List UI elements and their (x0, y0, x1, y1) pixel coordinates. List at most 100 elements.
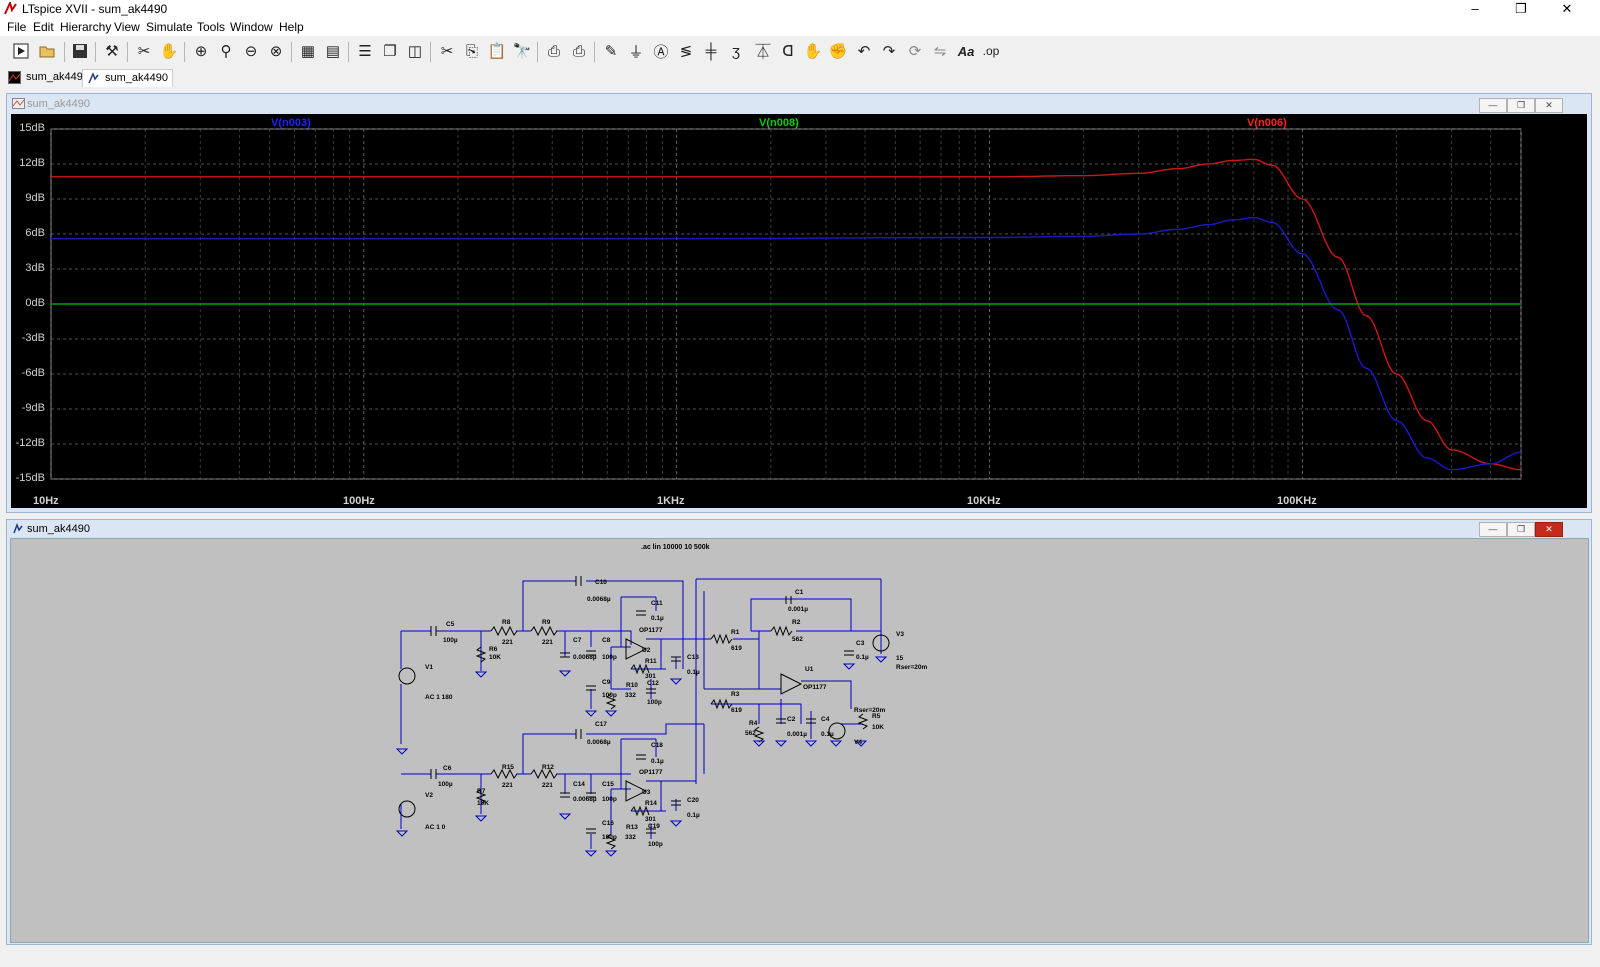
drag-icon[interactable]: ✊ (827, 40, 849, 62)
tile-horizontal-icon[interactable]: ☰ (354, 40, 376, 62)
x-tick-label: 1KHz (657, 495, 685, 507)
control-panel-icon[interactable]: ⚒ (101, 40, 123, 62)
value-R12: 221 (542, 782, 553, 789)
component-icon[interactable]: ᗡ (777, 40, 799, 62)
find-icon[interactable]: 🔭 (511, 40, 533, 62)
rotate-icon[interactable]: ⟳ (904, 40, 926, 62)
value-V2: AC 1 0 (425, 824, 446, 831)
value-C5: 100µ (443, 637, 458, 644)
value-C10: 0.0068µ (587, 596, 611, 603)
menu-view[interactable]: View (114, 20, 140, 34)
plot-settings-icon[interactable]: ▤ (322, 40, 344, 62)
save-icon[interactable] (69, 40, 91, 62)
trace-label-vn006[interactable]: V(n006) (1247, 117, 1287, 129)
copy-icon[interactable]: ⎘ (461, 40, 483, 62)
zoom-out-icon[interactable]: ⊖ (240, 40, 262, 62)
plot-traces (51, 158, 1522, 471)
close-button[interactable]: ✕ (1544, 0, 1590, 18)
label-C15: C15 (602, 781, 614, 788)
x-tick-label: 10KHz (967, 495, 1001, 507)
bode-plot (50, 128, 1522, 480)
move-icon[interactable]: ✋ (802, 40, 824, 62)
value-R13: 332 (625, 834, 636, 841)
schematic-close-button[interactable]: ✕ (1535, 522, 1563, 537)
menu-window[interactable]: Window (230, 20, 273, 34)
redo-icon[interactable]: ↷ (878, 40, 900, 62)
mirror-icon[interactable]: ⇋ (929, 40, 951, 62)
menu-edit[interactable]: Edit (33, 20, 54, 34)
x-tick-label: 100Hz (343, 495, 375, 507)
tab-schematic[interactable]: sum_ak4490 (82, 69, 173, 87)
spice-directive-icon[interactable]: .op (980, 40, 1002, 62)
spice-directive[interactable]: .ac lin 10000 10 500k (641, 544, 710, 551)
label-R6: R6 (489, 646, 498, 653)
x-tick-label: 100KHz (1277, 495, 1317, 507)
autorange-icon[interactable]: ▦ (297, 40, 319, 62)
tab-waveform[interactable]: sum_ak4490 (4, 69, 93, 86)
value-C7: 0.0068µ (573, 654, 597, 661)
open-icon[interactable] (37, 40, 59, 62)
minimize-button[interactable]: – (1452, 0, 1498, 18)
tab-waveform-label: sum_ak4490 (26, 71, 89, 83)
label-R1: R1 (731, 629, 740, 636)
zoom-in-icon[interactable]: ⊕ (190, 40, 212, 62)
capacitor-icon[interactable]: ╪ (700, 40, 722, 62)
ground-icon[interactable]: ⏚ (625, 40, 647, 62)
label-C20: C20 (687, 797, 699, 804)
print-icon[interactable]: ⎙ (543, 40, 565, 62)
schematic-minimize-button[interactable]: — (1479, 522, 1507, 537)
print-preview-icon[interactable]: ⎙ (568, 40, 590, 62)
trace-label-vn008[interactable]: V(n008) (759, 117, 799, 129)
label-V3: V3 (896, 631, 904, 638)
x-tick-label: 10Hz (33, 495, 59, 507)
waveform-window: sum_ak4490 — ❐ ✕ V(n003) V(n008) V(n006)… (6, 93, 1592, 513)
cascade-icon[interactable]: ❐ (379, 40, 401, 62)
menu-hierarchy[interactable]: Hierarchy (60, 20, 111, 34)
label-icon[interactable]: Ⓐ (650, 40, 672, 62)
y-tick-label: 15dB (19, 122, 45, 134)
plot-restore-button[interactable]: ❐ (1507, 98, 1535, 113)
label-R3: R3 (731, 691, 740, 698)
halt-icon[interactable]: ✂ (133, 40, 155, 62)
value-C18: 0.1µ (651, 758, 664, 765)
schematic-canvas[interactable]: .ac lin 10000 10 500k C5 100µ R6 10K V1 … (10, 538, 1589, 943)
value-C6: 100µ (438, 781, 453, 788)
tab-schematic-label: sum_ak4490 (105, 72, 168, 84)
label-C5: C5 (446, 621, 455, 628)
cut-icon[interactable]: ✂ (436, 40, 458, 62)
zoom-fit-icon[interactable]: ⊗ (265, 40, 287, 62)
diode-icon[interactable]: ⏄ (752, 40, 774, 62)
plot-close-button[interactable]: ✕ (1535, 98, 1563, 113)
resistor-icon[interactable]: ≶ (675, 40, 697, 62)
inductor-icon[interactable]: ʒ (725, 40, 747, 62)
value-R1: 619 (731, 645, 742, 652)
schematic-restore-button[interactable]: ❐ (1507, 522, 1535, 537)
label-C8: C8 (602, 637, 611, 644)
value-R2: 562 (792, 636, 803, 643)
y-tick-label: -15dB (15, 472, 45, 484)
value-C20: 0.1µ (687, 812, 700, 819)
zoom-area-icon[interactable]: ⚲ (215, 40, 237, 62)
value-C4: 0.1µ (821, 731, 834, 738)
label-R11: R11 (645, 658, 657, 665)
value-R5: 10K (872, 724, 884, 731)
value-C8: 100p (602, 654, 617, 661)
menu-help[interactable]: Help (279, 20, 304, 34)
y-tick-label: -9dB (21, 402, 45, 414)
paste-icon[interactable]: 📋 (486, 40, 508, 62)
trace-label-vn003[interactable]: V(n003) (271, 117, 311, 129)
menu-tools[interactable]: Tools (197, 20, 225, 34)
label-C7: C7 (573, 637, 582, 644)
pan-icon[interactable]: ✋ (158, 40, 180, 62)
menu-simulate[interactable]: Simulate (146, 20, 193, 34)
tile-vertical-icon[interactable]: ◫ (404, 40, 426, 62)
text-icon[interactable]: Aa (955, 40, 977, 62)
restore-button[interactable]: ❐ (1498, 0, 1544, 18)
label-R7: R7 (477, 788, 486, 795)
menu-file[interactable]: File (7, 20, 26, 34)
undo-icon[interactable]: ↶ (853, 40, 875, 62)
plot-minimize-button[interactable]: — (1479, 98, 1507, 113)
draw-wire-icon[interactable]: ✎ (600, 40, 622, 62)
plot-pane[interactable]: V(n003) V(n008) V(n006) 15dB 12dB 9dB 6d… (11, 114, 1587, 508)
run-icon[interactable] (10, 40, 32, 62)
